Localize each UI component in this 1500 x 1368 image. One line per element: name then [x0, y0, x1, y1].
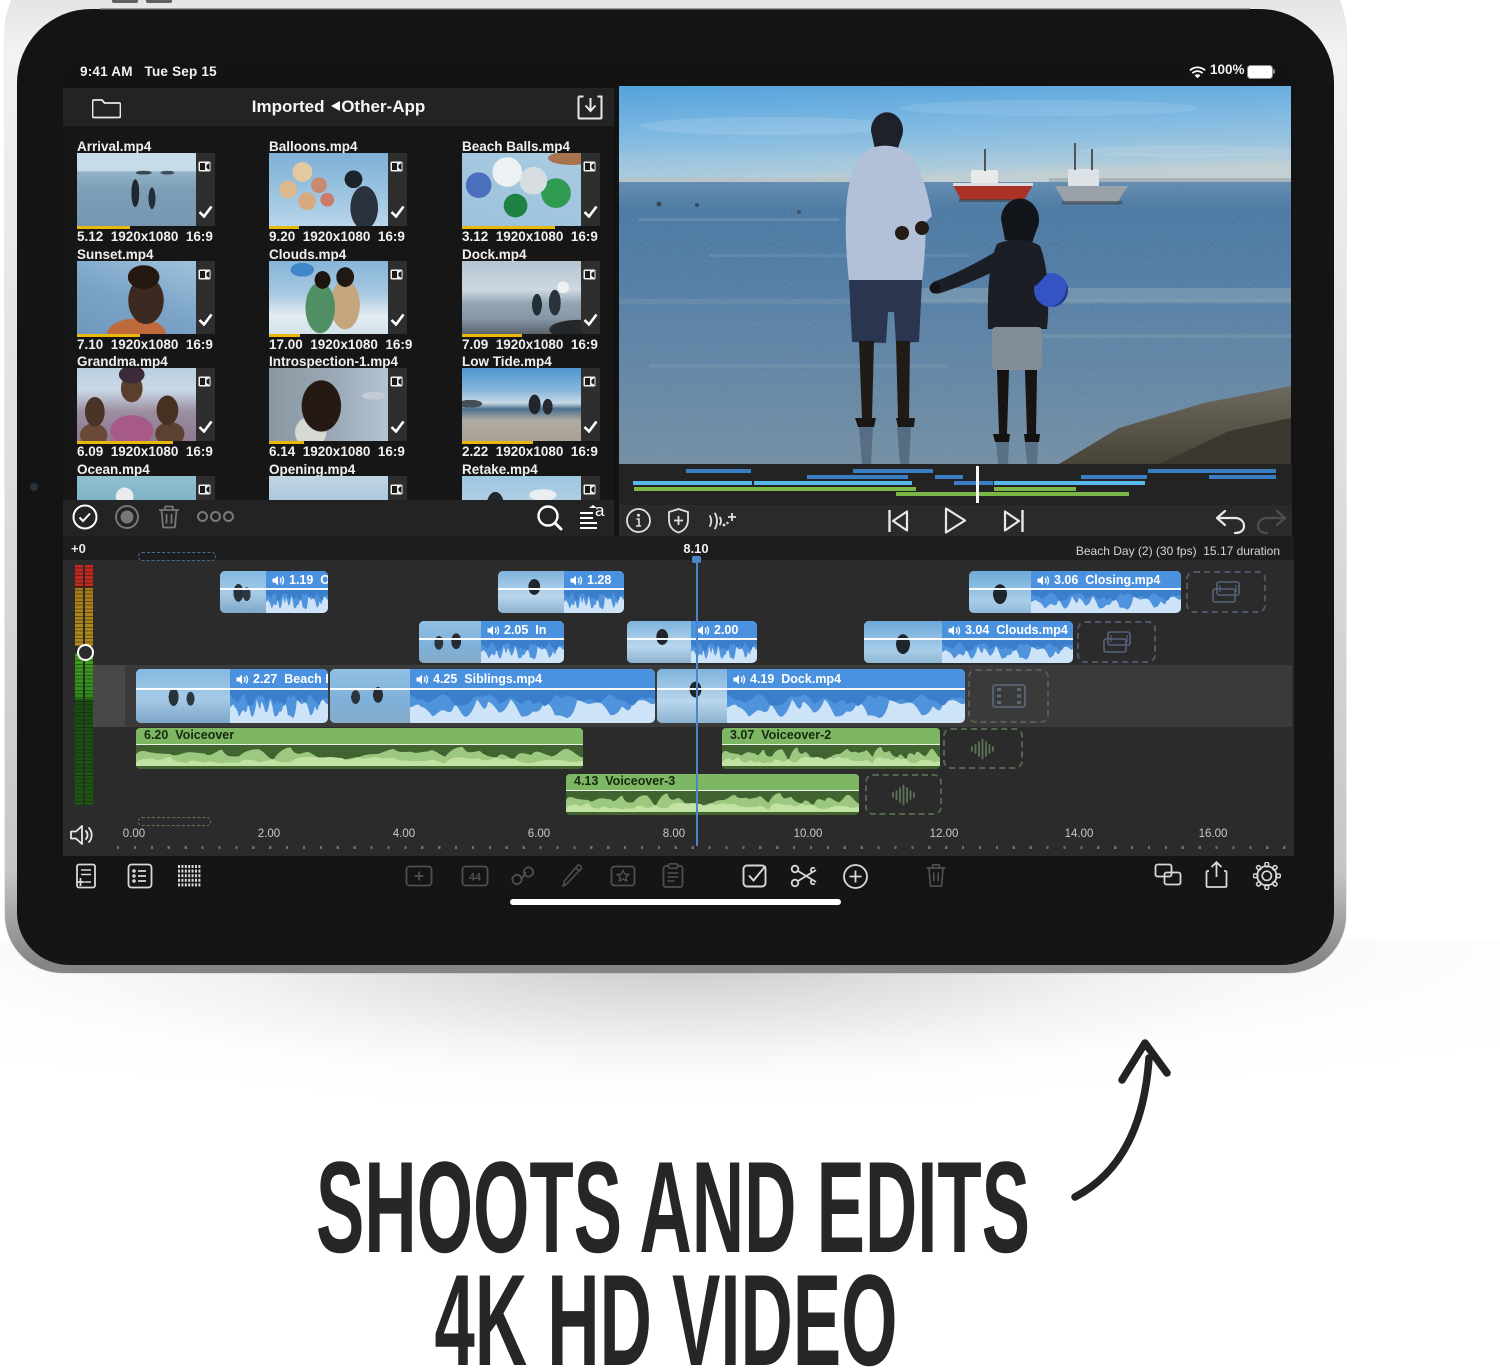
svg-text:4K HD VIDEO: 4K HD VIDEO: [435, 1247, 898, 1368]
svg-text:44: 44: [469, 872, 482, 884]
svg-text:a: a: [595, 504, 605, 520]
